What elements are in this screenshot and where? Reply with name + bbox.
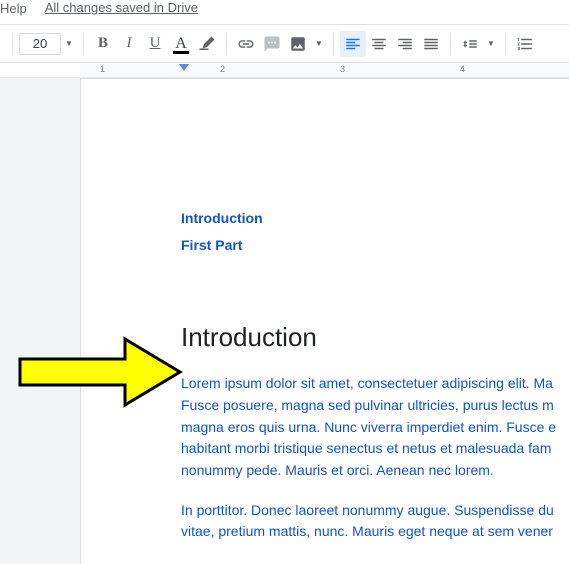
heading-introduction[interactable]: Introduction [181, 322, 569, 353]
ruler-num: 3 [340, 64, 345, 74]
bold-button[interactable]: B [90, 31, 116, 57]
paragraph[interactable]: Lorem ipsum dolor sit amet, consectetuer… [181, 373, 561, 481]
align-center-button[interactable] [366, 31, 392, 57]
indent-marker[interactable] [179, 64, 189, 71]
divider [12, 33, 13, 55]
align-justify-button[interactable] [418, 31, 444, 57]
insert-link-button[interactable] [233, 31, 259, 57]
text-color-button[interactable]: A [168, 31, 194, 57]
line-spacing-dropdown[interactable]: ▼ [483, 31, 499, 57]
align-left-button[interactable] [340, 31, 366, 57]
italic-button[interactable]: I [116, 31, 142, 57]
align-right-button[interactable] [392, 31, 418, 57]
divider [505, 33, 506, 55]
underline-button[interactable]: U [142, 31, 168, 57]
paragraph[interactable]: In porttitor. Donec laoreet nonummy augu… [181, 500, 561, 543]
numbered-list-button[interactable] [512, 31, 538, 57]
image-dropdown[interactable]: ▼ [311, 31, 327, 57]
document-page[interactable]: Introduction First Part Introduction Lor… [80, 78, 569, 564]
font-size-dropdown[interactable]: ▼ [61, 31, 77, 57]
annotation-arrow [15, 335, 185, 410]
divider [450, 33, 451, 55]
highlight-button[interactable] [194, 31, 220, 57]
toolbar: ▼ B I U A ▼ ▼ [0, 25, 569, 63]
ruler-num: 2 [220, 64, 225, 74]
divider [226, 33, 227, 55]
menu-help[interactable]: Help [0, 0, 27, 16]
insert-image-button[interactable] [285, 31, 311, 57]
save-status[interactable]: All changes saved in Drive [45, 0, 198, 15]
line-spacing-button[interactable] [457, 31, 483, 57]
insert-comment-button[interactable] [259, 31, 285, 57]
ruler-num: 1 [100, 64, 105, 74]
divider [83, 33, 84, 55]
ruler-num: 4 [460, 64, 465, 74]
ruler[interactable]: 1 2 3 4 [0, 63, 569, 78]
divider [333, 33, 334, 55]
toc-link-first-part[interactable]: First Part [181, 232, 569, 259]
font-size-input[interactable] [19, 33, 61, 55]
toc-link-introduction[interactable]: Introduction [181, 205, 569, 232]
